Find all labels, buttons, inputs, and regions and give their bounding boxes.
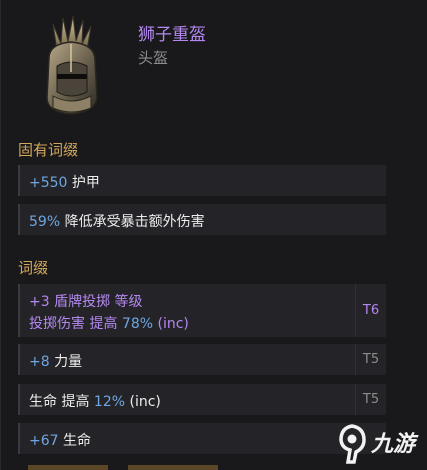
tier-badge: T5	[355, 384, 386, 415]
tier-badge: T5	[355, 344, 386, 375]
jiuyou-logo-icon	[339, 424, 366, 464]
lion-helmet-icon	[46, 15, 98, 115]
affix-value: +550	[29, 175, 68, 191]
affix-value: +67	[29, 433, 59, 449]
inherent-affix-row: 59% 降低承受暴击额外伤害	[18, 204, 386, 235]
cut-off-text-fragment	[28, 465, 108, 470]
inherent-affix-title: 固有词缀	[18, 141, 79, 159]
affix-text: (inc)	[153, 316, 189, 332]
affix-line: +3 盾牌投掷 等级	[29, 294, 143, 310]
affix-value: 12%	[93, 394, 126, 410]
tier-badge: T6	[355, 284, 386, 337]
watermark-text: 九游	[371, 432, 416, 457]
affix-text: 生命	[58, 433, 91, 449]
affix-text: 生命 提高	[29, 394, 94, 410]
affix-text: 力量	[49, 354, 83, 370]
affix-text: 降低承受暴击额外伤害	[60, 214, 205, 230]
affix-value: 78%	[121, 316, 154, 332]
cut-off-row	[18, 459, 238, 470]
watermark: 九游	[334, 419, 426, 469]
affix-value: 59%	[29, 214, 61, 230]
affix-text: 护甲	[67, 175, 100, 191]
affix-row: +8 力量 T5	[18, 344, 386, 375]
item-tooltip: 狮子重盔 头盔 固有词缀 +550 护甲 59% 降低承受暴击额外伤害 词缀 +…	[0, 0, 427, 470]
affix-row: +3 盾牌投掷 等级 投掷伤害 提高 78% (inc) T6	[18, 284, 386, 337]
item-header: 狮子重盔 头盔	[1, 0, 427, 130]
affix-text: (inc)	[125, 394, 161, 410]
affix-row: +67 生命	[18, 423, 386, 454]
affix-row: 生命 提高 12% (inc) T5	[18, 384, 386, 415]
cut-off-text-fragment	[128, 465, 218, 470]
affix-title: 词缀	[18, 259, 49, 277]
affix-text: 投掷伤害 提高	[29, 316, 122, 332]
item-name: 狮子重盔	[138, 25, 206, 45]
item-type: 头盔	[138, 49, 169, 67]
affix-value: +8	[29, 354, 50, 370]
inherent-affix-row: +550 护甲	[18, 165, 386, 196]
